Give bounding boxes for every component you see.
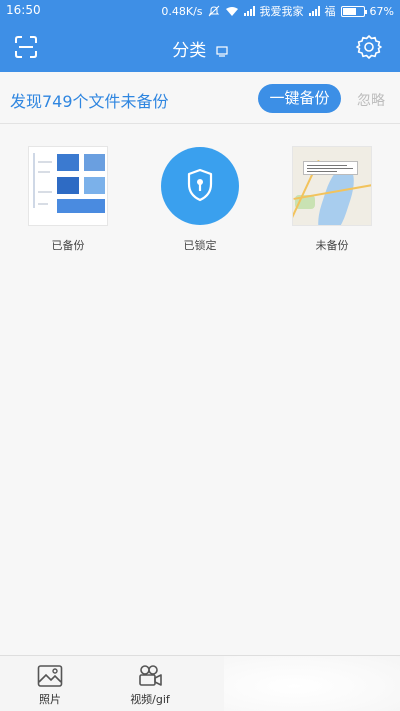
category-backed-up[interactable]: 已备份 [8,146,128,253]
mute-icon [208,5,219,17]
network-speed: 0.48K/s [161,4,203,18]
category-label: 已备份 [51,239,85,252]
page-title: 分类 [0,36,400,61]
backed-up-thumbnail [28,146,108,226]
status-time: 16:50 [6,3,41,17]
tab-videos[interactable]: 视频/gif [100,656,200,711]
app-bar: 分类 [0,22,400,72]
carrier-2: 福 [324,5,336,18]
locked-thumbnail [160,146,240,226]
signal-icon-2 [308,6,320,16]
battery-icon [340,5,367,17]
page-title-text: 分类 [172,41,207,61]
category-label: 未备份 [315,239,349,252]
one-click-backup-button[interactable]: 一键备份 [258,84,341,113]
photo-icon [37,665,63,687]
status-bar: 16:50 0.48K/s 我爱我家 福 67% [0,0,400,22]
category-locked[interactable]: 已锁定 [140,146,260,253]
screen-glare [224,656,400,711]
shield-icon [187,168,213,202]
wifi-icon [225,6,238,16]
device-icon[interactable] [216,45,228,57]
gear-icon[interactable] [356,34,382,60]
ignore-button[interactable]: 忽略 [357,90,385,110]
unbacked-files-message: 发现749个文件未备份 [10,92,169,111]
not-backed-up-thumbnail [292,146,372,226]
signal-icon [243,6,255,16]
tab-label: 视频/gif [130,693,170,706]
tab-label: 照片 [39,693,61,706]
category-not-backed-up[interactable]: 未备份 [272,146,392,253]
carrier-1: 我爱我家 [259,5,304,18]
category-label: 已锁定 [183,239,217,252]
backup-banner: 发现749个文件未备份 一键备份 忽略 [0,72,400,124]
battery-percent: 67% [369,4,394,18]
tab-photos[interactable]: 照片 [0,656,100,711]
video-camera-icon [139,665,162,686]
status-right-group: 0.48K/s 我爱我家 福 67% [161,3,394,19]
